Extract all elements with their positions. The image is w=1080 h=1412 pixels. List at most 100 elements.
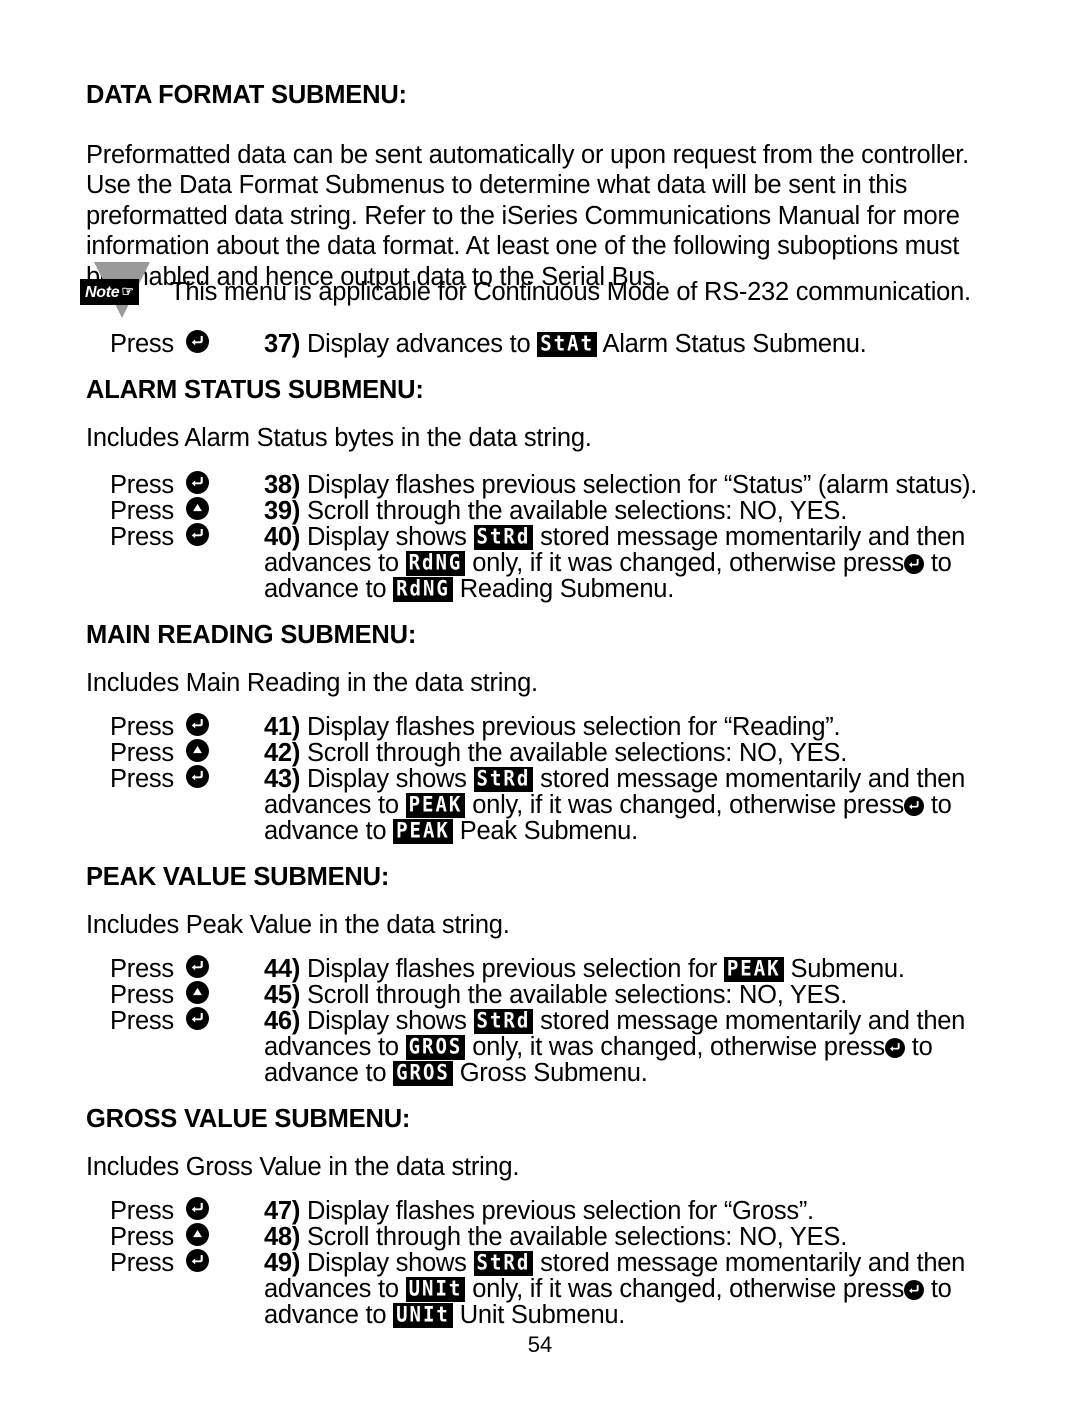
- enter-arrow-icon[interactable]: [186, 1249, 209, 1273]
- enter-arrow-icon[interactable]: [884, 1038, 905, 1058]
- step-42: 42) Scroll through the available selecti…: [264, 740, 847, 766]
- step-46: 46) Display shows StRd stored message mo…: [264, 1008, 965, 1035]
- lcd-badge-peak: PEAK: [393, 819, 453, 844]
- step-text-after: Submenu.: [790, 955, 905, 983]
- line-text-before: advance to: [264, 817, 387, 845]
- main-reading-description: Includes Main Reading in the data string…: [86, 669, 538, 697]
- step-number: 46): [264, 1007, 301, 1035]
- lcd-badge-rdng: RdNG: [393, 577, 453, 602]
- step-37: 37) Display advances to StAt Alarm Statu…: [264, 331, 867, 358]
- enter-arrow-icon[interactable]: [186, 523, 209, 547]
- up-triangle-icon[interactable]: [186, 981, 209, 1005]
- lcd-badge-unit: UNIt: [393, 1303, 453, 1328]
- lcd-badge-stat: StAt: [537, 332, 598, 357]
- step-text: Scroll through the available selections:…: [306, 739, 848, 767]
- lcd-badge-strd: StRd: [473, 767, 534, 792]
- lcd-badge-gros: GROS: [405, 1035, 466, 1060]
- press-label: Press: [110, 739, 174, 767]
- up-triangle-icon[interactable]: [186, 497, 209, 521]
- step-number: 49): [264, 1249, 301, 1277]
- step-40: 40) Display shows StRd stored message mo…: [264, 524, 965, 551]
- step-47: 47) Display flashes previous selection f…: [264, 1198, 814, 1224]
- line-text-before: advance to: [264, 575, 387, 603]
- step-text-before: Display advances to: [306, 330, 531, 358]
- step-40-line3: advance to RdNG Reading Submenu.: [264, 576, 674, 603]
- step-46-line3: advance to GROS Gross Submenu.: [264, 1060, 648, 1087]
- page-number: 54: [527, 1332, 553, 1357]
- gross-value-description: Includes Gross Value in the data string.: [86, 1153, 520, 1181]
- step-number: 37): [264, 330, 301, 358]
- line-text-before: advances to: [264, 791, 399, 819]
- lcd-badge-unit: UNIt: [405, 1277, 466, 1302]
- press-label: Press: [110, 713, 174, 741]
- note-text: This menu is applicable for Continuous M…: [170, 278, 971, 306]
- line-text-after: Unit Submenu.: [459, 1301, 626, 1329]
- step-40-line2: advances to RdNG only, if it was changed…: [264, 550, 952, 577]
- line-text-mid: only, if it was changed, otherwise press: [472, 1275, 904, 1303]
- step-text: Display flashes previous selection for “…: [306, 713, 841, 741]
- step-49-line2: advances to UNIt only, if it was changed…: [264, 1276, 952, 1303]
- step-43-line3: advance to PEAK Peak Submenu.: [264, 818, 638, 845]
- step-49: 49) Display shows StRd stored message mo…: [264, 1250, 965, 1277]
- step-44: 44) Display flashes previous selection f…: [264, 956, 905, 983]
- line-text-after: to: [930, 549, 952, 577]
- peak-value-description: Includes Peak Value in the data string.: [86, 911, 510, 939]
- paragraph-line: Preformatted data can be sent automatica…: [86, 141, 969, 169]
- lcd-badge-strd: StRd: [473, 1251, 534, 1276]
- step-number: 45): [264, 981, 301, 1009]
- press-label: Press: [110, 330, 174, 358]
- step-text-before: Display flashes previous selection for: [306, 955, 717, 983]
- step-text-before: Display shows: [306, 765, 467, 793]
- step-text-before: Display shows: [306, 1007, 467, 1035]
- enter-arrow-icon[interactable]: [186, 955, 209, 979]
- enter-arrow-icon[interactable]: [186, 765, 209, 789]
- line-text-mid: only, if it was changed, otherwise press: [472, 791, 904, 819]
- enter-arrow-icon[interactable]: [186, 1197, 209, 1221]
- enter-arrow-icon[interactable]: [186, 471, 209, 495]
- heading-data-format-submenu: DATA FORMAT SUBMENU:: [86, 81, 407, 109]
- line-text-after: Peak Submenu.: [459, 817, 638, 845]
- manual-page: DATA FORMAT SUBMENU: Preformatted data c…: [0, 0, 1080, 1412]
- enter-arrow-icon[interactable]: [903, 1280, 924, 1300]
- press-label: Press: [110, 1223, 174, 1251]
- step-46-line2: advances to GROS only, it was changed, o…: [264, 1034, 933, 1061]
- enter-arrow-icon[interactable]: [186, 330, 209, 354]
- step-text: Scroll through the available selections:…: [306, 497, 848, 525]
- step-text-before: Display shows: [306, 1249, 467, 1277]
- step-text-before: Display shows: [306, 523, 467, 551]
- lcd-badge-gros: GROS: [393, 1061, 453, 1086]
- step-49-line3: advance to UNIt Unit Submenu.: [264, 1302, 625, 1329]
- up-triangle-icon[interactable]: [186, 739, 209, 763]
- line-text-before: advances to: [264, 549, 399, 577]
- step-number: 42): [264, 739, 301, 767]
- line-text-after: Gross Submenu.: [459, 1059, 648, 1087]
- paragraph-line: preformatted data string. Refer to the i…: [86, 201, 960, 230]
- note-badge: Note ☞: [80, 279, 139, 305]
- up-triangle-icon[interactable]: [186, 1223, 209, 1247]
- step-text-after: stored message momentarily and then: [540, 765, 966, 793]
- step-number: 43): [264, 765, 301, 793]
- line-text-after: to: [930, 791, 952, 819]
- step-48: 48) Scroll through the available selecti…: [264, 1224, 847, 1250]
- note-badge-label: Note: [85, 284, 120, 301]
- enter-arrow-icon[interactable]: [186, 1007, 209, 1031]
- lcd-badge-rdng: RdNG: [405, 551, 466, 576]
- paragraph-line: Use the Data Format Submenus to determin…: [86, 171, 908, 200]
- press-label: Press: [110, 471, 174, 499]
- step-text-after: stored message momentarily and then: [540, 1007, 966, 1035]
- step-text: Scroll through the available selections:…: [306, 1223, 848, 1251]
- alarm-status-description: Includes Alarm Status bytes in the data …: [86, 424, 592, 452]
- enter-arrow-icon[interactable]: [186, 713, 209, 737]
- press-label: Press: [110, 981, 174, 1009]
- step-41: 41) Display flashes previous selection f…: [264, 713, 841, 741]
- line-text-after: to: [930, 1275, 952, 1303]
- lcd-badge-strd: StRd: [473, 525, 534, 550]
- line-text-before: advances to: [264, 1033, 399, 1061]
- line-text-before: advances to: [264, 1275, 399, 1303]
- step-text: Scroll through the available selections:…: [306, 981, 848, 1009]
- step-38: 38) Display flashes previous selection f…: [264, 472, 977, 498]
- enter-arrow-icon[interactable]: [903, 796, 924, 816]
- step-number: 41): [264, 713, 301, 741]
- enter-arrow-icon[interactable]: [903, 554, 924, 574]
- step-45: 45) Scroll through the available selecti…: [264, 982, 847, 1008]
